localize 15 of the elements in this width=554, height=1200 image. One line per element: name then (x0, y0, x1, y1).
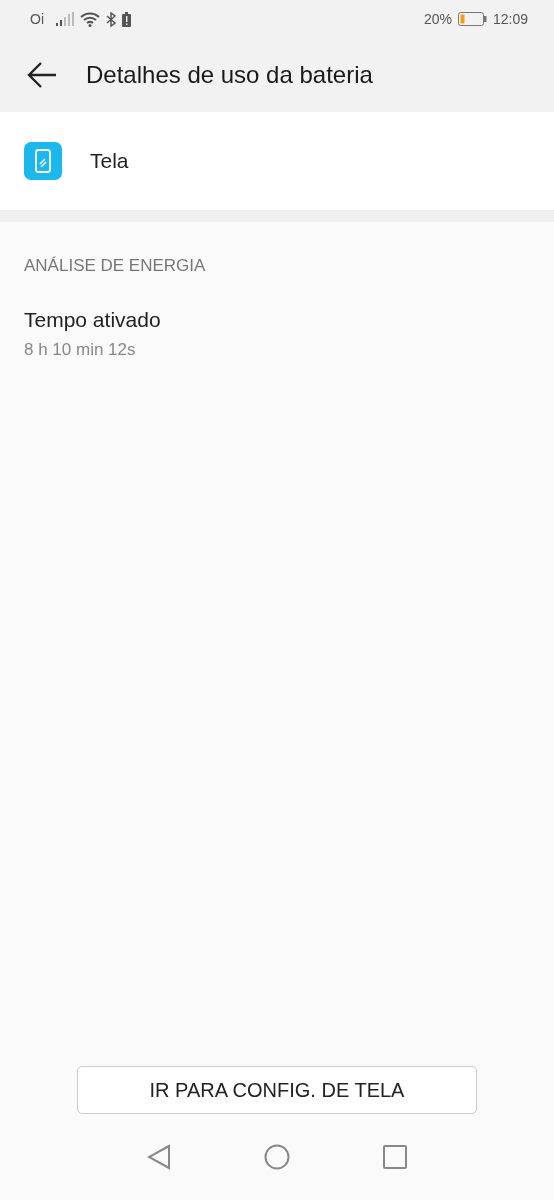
clock-time: 12:09 (492, 11, 528, 27)
battery-percentage: 20% (423, 11, 452, 27)
display-settings-button[interactable]: IR PARA CONFIG. DE TELA (77, 1066, 477, 1114)
setting-value: 8 h 10 min 12s (24, 340, 136, 360)
page-title: Detalhes de uso da bateria (86, 61, 373, 89)
screen-app-icon (24, 142, 62, 180)
section-heading: ANÁLISE DE ENERGIA (24, 256, 207, 276)
app-name: Tela (90, 149, 129, 173)
bluetooth-icon (106, 11, 116, 27)
wifi-icon (80, 11, 100, 27)
battery-icon (457, 12, 487, 26)
setting-label: Tempo ativado (24, 308, 161, 332)
signal-icon (56, 12, 74, 26)
battery-alert-icon (122, 11, 131, 27)
carrier-name: Oi (30, 11, 44, 27)
